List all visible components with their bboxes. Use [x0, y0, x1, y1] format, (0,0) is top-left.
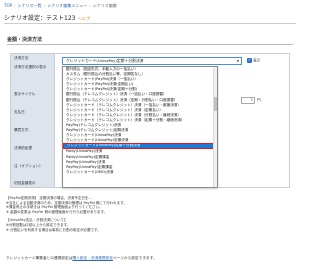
title-divider — [4, 23, 296, 24]
breadcrumb-separator: › — [43, 3, 46, 8]
page-title-text: シナリオ設定：テスト123 — [4, 15, 76, 22]
notes-section: 【PayPal定期決済】 定期決済の場合、決済予定日を… ※当社による自動決済の… — [6, 196, 294, 232]
note-line: ※ 分割払いを利用する場合は事前に分割の設定が必要です。 — [6, 227, 101, 232]
display-checkbox-label: 表示 — [253, 58, 261, 63]
footer-text-before: クレジットカード事業者との連携設定は — [6, 256, 73, 260]
breadcrumb: TOP › シナリオ一覧 › シナリオ編集メニュー › シナリオ編集 — [4, 3, 117, 9]
breadcrumb-separator: › — [14, 3, 16, 8]
row-label-payment-day: 支払日 — [14, 110, 25, 114]
payment-method-select-value: クレジットカード(UnivaPay)定期＋分割決済 — [66, 58, 144, 63]
section-title: 金額・決済方法 — [7, 37, 43, 43]
breadcrumb-item-scenario-list[interactable]: シナリオ一覧 — [18, 3, 42, 8]
row-label-purchase-method: 購買方式 — [14, 128, 29, 132]
breadcrumb-item-current: シナリオ編集 — [92, 3, 117, 8]
row-label-initial-amount: 初回金額表示 — [14, 181, 36, 185]
footer-note: クレジットカード事業者との連携設定は購入設定 - 決済連携設定ページから設定でき… — [6, 256, 157, 261]
amount-unit: 円 — [257, 98, 261, 102]
payment-method-dropdown-list[interactable]: 銀行振込（指定形式、手動入力の一括払い） カスタム（銀行振込の分割払い等、定期性な… — [62, 66, 218, 188]
footer-text-after: ページから設定できます。 — [112, 256, 157, 260]
chevron-down-icon: ▼ — [236, 59, 239, 63]
row-label-payment-method: 決済方法 — [14, 56, 29, 60]
row-label-method-display: 決済方法選択の表示 — [14, 65, 47, 69]
dropdown-option[interactable]: クレジットカード(GMO)決済 — [63, 170, 217, 175]
dropdown-scrollbar-thumb[interactable] — [214, 97, 217, 111]
breadcrumb-item-edit-menu[interactable]: シナリオ編集メニュー — [47, 3, 87, 8]
row-label-display-cycle: 表示サイクル — [14, 92, 36, 96]
label-column: 決済方法 決済方法選択の表示 表示サイクル 支払日 購買方式 決済前処理 注（オ… — [11, 54, 55, 187]
display-checkbox-group[interactable]: ✓ 表示 — [247, 58, 260, 64]
breadcrumb-item-top[interactable]: TOP — [4, 3, 12, 8]
help-link[interactable]: ヘルプ — [77, 16, 90, 21]
section-divider — [7, 44, 293, 45]
page-title: シナリオ設定：テスト123 ヘルプ — [4, 13, 90, 22]
dropdown-scrollbar[interactable] — [213, 67, 217, 187]
row-label-pre-processing: 決済前処理 — [14, 146, 32, 150]
payment-method-select[interactable]: クレジットカード(UnivaPay)定期＋分割決済 ▼ — [62, 57, 242, 65]
checkbox-checked-icon[interactable]: ✓ — [247, 58, 252, 63]
breadcrumb-separator: › — [89, 3, 91, 8]
amount-number-input[interactable]: 1 — [241, 97, 255, 104]
row-label-option: 注（オプション） — [14, 164, 43, 168]
payment-form-table: 決済方法 決済方法選択の表示 表示サイクル 支払日 購買方式 決済前処理 注（オ… — [10, 53, 290, 188]
settlement-settings-link[interactable]: 購入設定 - 決済連携設定 — [72, 256, 113, 260]
